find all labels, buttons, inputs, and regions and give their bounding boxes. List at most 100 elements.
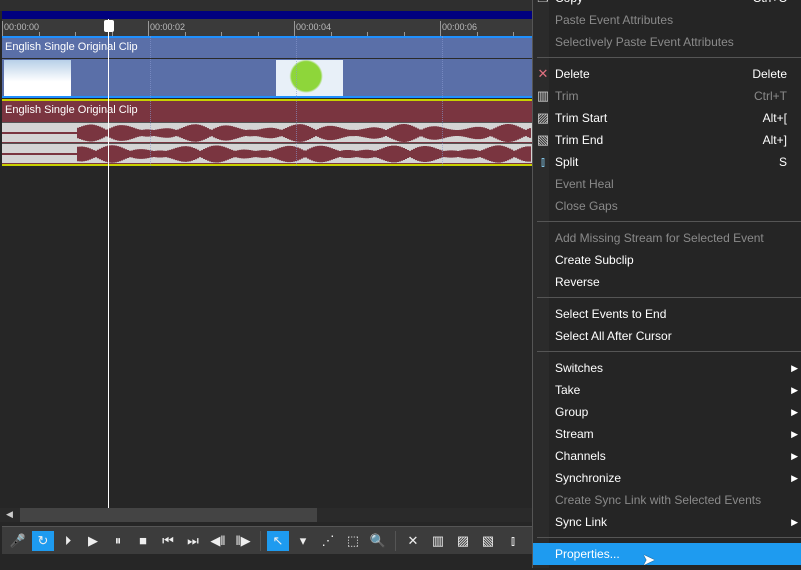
split-icon: ⫾	[540, 154, 546, 169]
menu-item-add-missing-stream-for-selected-event[interactable]: Add Missing Stream for Selected Event	[533, 227, 801, 249]
time-ruler[interactable]: 00:00:00 00:00:02 00:00:04 00:00:06	[2, 19, 532, 36]
menu-item-trim-end[interactable]: ▧ Trim End Alt+]	[533, 129, 801, 151]
record-icon[interactable]: 🎤	[7, 531, 29, 551]
next-frame-icon[interactable]: ‖▶	[232, 531, 254, 551]
split-icon[interactable]: ⫾	[502, 531, 524, 551]
audio-clip-name: English Single Original Clip	[5, 104, 138, 116]
menu-item-shortcut: Alt+]	[762, 133, 787, 147]
menu-item-group[interactable]: Group ▶	[533, 401, 801, 423]
ruler-label: 00:00:06	[442, 22, 478, 32]
menu-item-select-events-to-end[interactable]: Select Events to End	[533, 303, 801, 325]
grid-line	[150, 36, 151, 166]
menu-item-label: Close Gaps	[555, 199, 618, 213]
horizontal-scrollbar[interactable]: ◀	[0, 508, 532, 522]
menu-item-stream[interactable]: Stream ▶	[533, 423, 801, 445]
trim-start-icon[interactable]: ▨	[452, 531, 474, 551]
menu-item-properties[interactable]: Properties...	[533, 543, 801, 565]
menu-item-label: Sync Link	[555, 515, 608, 529]
submenu-arrow-icon: ▶	[791, 473, 798, 483]
toolbar-separator	[260, 530, 261, 551]
menu-separator	[537, 297, 801, 298]
playhead-line	[108, 19, 109, 509]
menu-item-close-gaps[interactable]: Close Gaps	[533, 195, 801, 217]
envelope-tool-icon[interactable]: ⋰	[317, 531, 339, 551]
menu-item-label: Split	[555, 155, 579, 169]
zoom-tool-icon[interactable]: 🔍	[367, 531, 389, 551]
menu-item-create-sync-link-with-selected-events[interactable]: Create Sync Link with Selected Events	[533, 489, 801, 511]
go-to-start-icon[interactable]: ⏮	[157, 531, 179, 551]
divider	[2, 58, 532, 59]
menu-item-label: Selectively Paste Event Attributes	[555, 35, 734, 49]
context-menu: ❐ Copy Ctrl+C Paste Event Attributes Selecti…	[532, 0, 801, 568]
ruler-tick	[294, 21, 295, 36]
trim-end-icon[interactable]: ▧	[477, 531, 499, 551]
loop-icon[interactable]: ↻	[32, 530, 54, 551]
menu-item-label: Synchronize	[555, 471, 622, 485]
video-clip-name: English Single Original Clip	[5, 41, 138, 53]
loop-region-bar[interactable]	[2, 11, 532, 19]
submenu-arrow-icon: ▶	[791, 363, 798, 373]
submenu-arrow-icon: ▶	[791, 517, 798, 527]
audio-event[interactable]: English Single Original Clip	[1, 99, 532, 166]
ruler-label: 00:00:02	[150, 22, 186, 32]
menu-item-trim[interactable]: ▥ Trim Ctrl+T	[533, 85, 801, 107]
audio-waveform-left	[1, 122, 532, 142]
menu-item-shortcut: Ctrl+C	[753, 0, 787, 9]
scrollbar-thumb[interactable]	[20, 508, 317, 522]
menu-item-shortcut: S	[778, 155, 787, 169]
trim-start-icon: ▨	[536, 110, 550, 125]
ruler-label: 00:00:04	[296, 22, 332, 32]
menu-item-delete[interactable]: ✕ Delete Delete	[533, 63, 801, 85]
ruler-label: 00:00:00	[4, 22, 40, 32]
menu-item-synchronize[interactable]: Synchronize ▶	[533, 467, 801, 489]
mouse-cursor-icon: ➤	[642, 552, 656, 569]
normal-edit-tool-icon[interactable]: ↖	[267, 530, 289, 551]
grid-line	[442, 36, 443, 166]
play-icon[interactable]: ▶	[82, 531, 104, 551]
menu-item-label: Copy	[555, 0, 583, 5]
delete-icon[interactable]: ✕	[402, 531, 424, 551]
submenu-arrow-icon: ▶	[791, 385, 798, 395]
menu-item-sync-link[interactable]: Sync Link ▶	[533, 511, 801, 533]
menu-item-channels[interactable]: Channels ▶	[533, 445, 801, 467]
menu-item-label: Select All After Cursor	[555, 329, 672, 343]
stop-icon[interactable]: ■	[132, 531, 154, 551]
menu-item-label: Switches	[555, 361, 604, 375]
menu-item-label: Select Events to End	[555, 307, 667, 321]
submenu-arrow-icon: ▶	[791, 451, 798, 461]
previous-frame-icon[interactable]: ◀‖	[207, 531, 229, 551]
submenu-arrow-icon: ▶	[791, 429, 798, 439]
menu-item-switches[interactable]: Switches ▶	[533, 357, 801, 379]
menu-item-label: Stream	[555, 427, 594, 441]
ruler-tick	[440, 21, 441, 36]
go-to-end-icon[interactable]: ⏭	[182, 531, 204, 551]
menu-separator	[537, 57, 801, 58]
menu-item-event-heal[interactable]: Event Heal	[533, 173, 801, 195]
copy-icon: ❐	[536, 0, 550, 9]
menu-item-paste-event-attributes[interactable]: Paste Event Attributes	[533, 9, 801, 31]
menu-separator	[537, 537, 801, 538]
play-from-start-icon[interactable]: ⏵	[57, 531, 79, 551]
playhead-handle[interactable]	[104, 20, 114, 32]
pause-icon[interactable]: ⏸	[107, 531, 129, 551]
menu-item-label: Trim	[555, 89, 579, 103]
menu-item-split[interactable]: ⫾ Split S	[533, 151, 801, 173]
menu-item-create-subclip[interactable]: Create Subclip	[533, 249, 801, 271]
trim-icon[interactable]: ▥	[427, 531, 449, 551]
menu-item-take[interactable]: Take ▶	[533, 379, 801, 401]
menu-item-label: Add Missing Stream for Selected Event	[555, 231, 764, 245]
menu-item-label: Create Subclip	[555, 253, 634, 267]
menu-item-trim-start[interactable]: ▨ Trim Start Alt+[	[533, 107, 801, 129]
menu-item-select-all-after-cursor[interactable]: Select All After Cursor	[533, 325, 801, 347]
scroll-left-icon[interactable]: ◀	[6, 509, 13, 520]
menu-item-copy[interactable]: ❐ Copy Ctrl+C	[533, 0, 801, 9]
selection-tool-icon[interactable]: ⬚	[342, 531, 364, 551]
menu-item-selectively-paste-event-attributes[interactable]: Selectively Paste Event Attributes	[533, 31, 801, 53]
menu-item-label: Paste Event Attributes	[555, 13, 674, 27]
trim-icon: ▥	[536, 88, 550, 103]
video-event[interactable]: English Single Original Clip	[2, 36, 532, 98]
trim-end-icon: ▧	[536, 132, 550, 147]
edit-tool-dropdown-icon[interactable]: ▾	[292, 531, 314, 551]
audio-waveform-right	[1, 143, 532, 163]
menu-item-reverse[interactable]: Reverse	[533, 271, 801, 293]
